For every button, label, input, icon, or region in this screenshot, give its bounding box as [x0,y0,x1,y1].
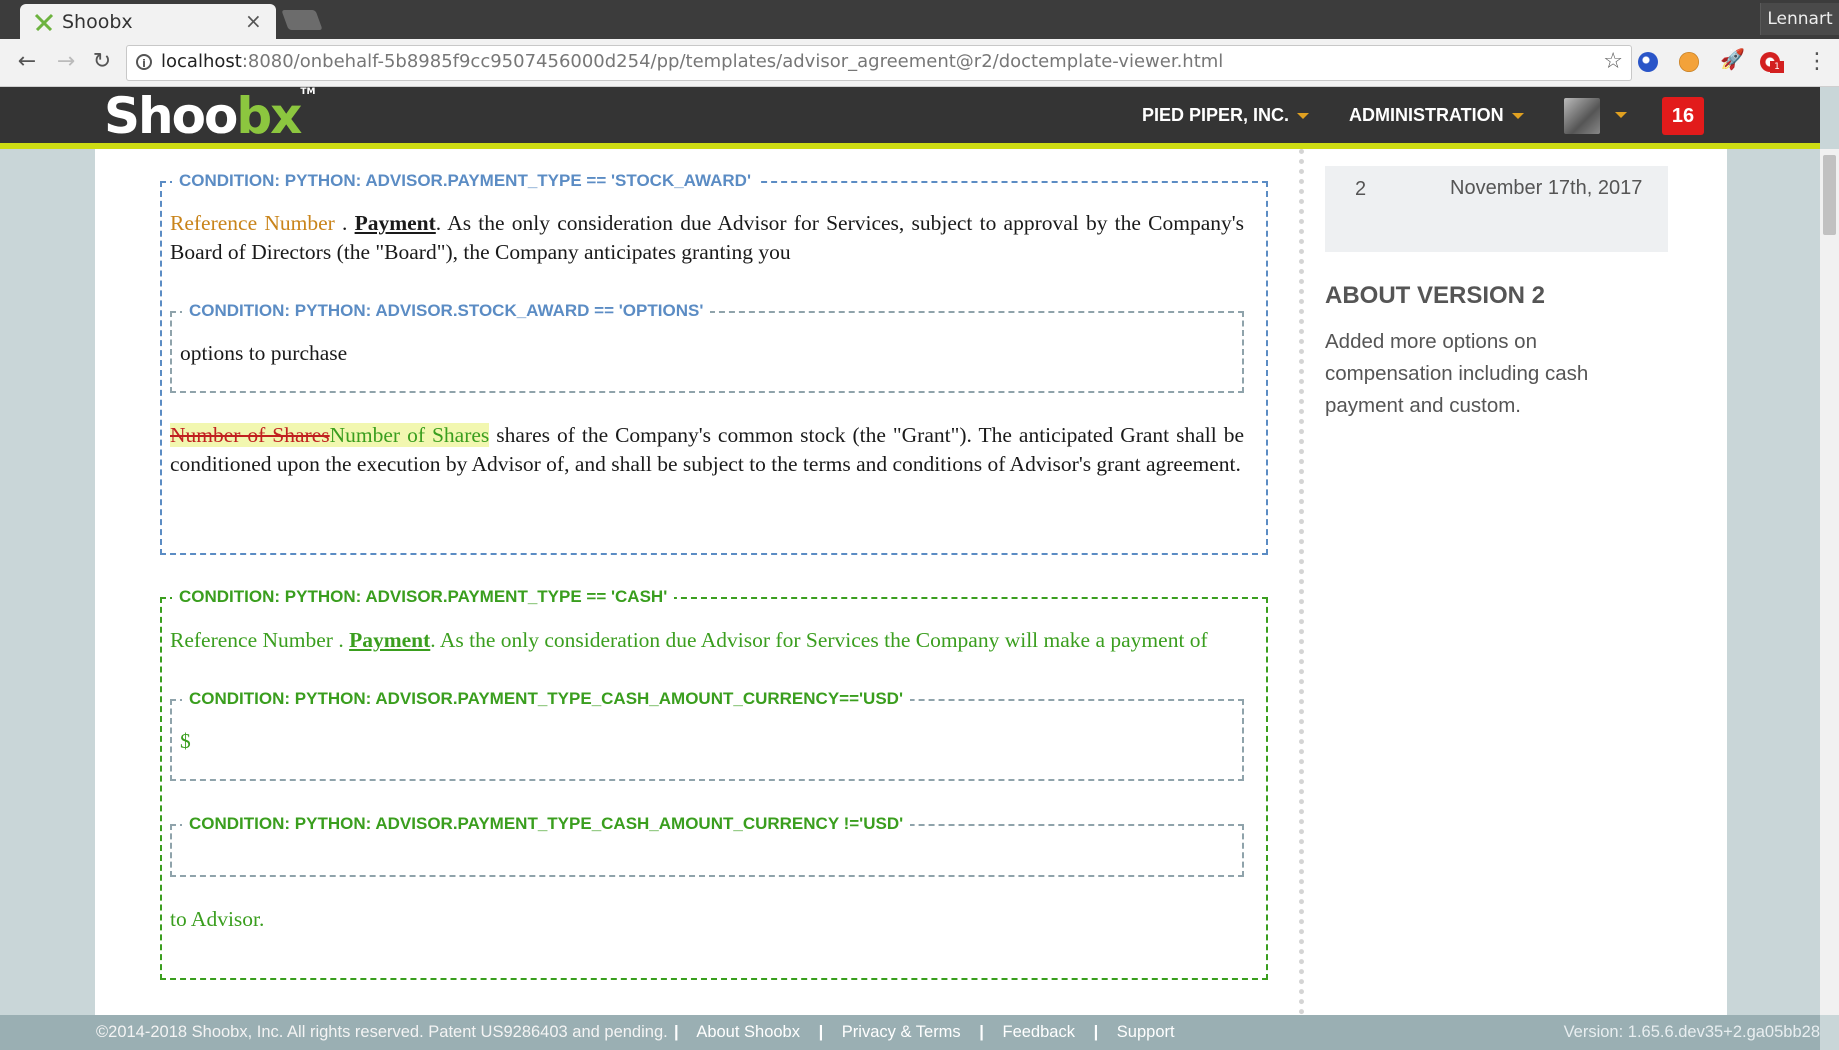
app-header: ShoobxTM PIED PIPER, INC. ADMINISTRATION… [0,87,1820,149]
version-date: November 17th, 2017 [1450,177,1643,199]
condition-label: CONDITION: PYTHON: ADVISOR.PAYMENT_TYPE … [172,587,675,607]
feedback-link[interactable]: Feedback [1003,1023,1075,1041]
footer-links: | About Shoobx | Privacy & Terms | Feedb… [660,1023,1175,1042]
site-info-icon[interactable]: i [136,54,152,70]
company-menu[interactable]: PIED PIPER, INC. [1142,105,1310,126]
deleted-text: Number of Shares [170,423,330,447]
column-divider [1299,149,1304,1015]
user-avatar[interactable] [1564,98,1600,134]
shoobx-favicon-icon [34,13,54,31]
privacy-terms-link[interactable]: Privacy & Terms [842,1023,961,1041]
closing-text: to Advisor. [170,907,265,931]
globe-extension-icon[interactable] [1638,52,1658,72]
administration-menu[interactable]: ADMINISTRATION [1349,105,1524,126]
condition-block-usd[interactable]: CONDITION: PYTHON: ADVISOR.PAYMENT_TYPE_… [170,689,1244,781]
about-link[interactable]: About Shoobx [696,1023,800,1041]
options-text: options to purchase [180,341,348,365]
condition-block-non-usd[interactable]: CONDITION: PYTHON: ADVISOR.PAYMENT_TYPE_… [170,814,1244,877]
copyright-text: ©2014-2018 Shoobx, Inc. All rights reser… [96,1023,668,1041]
reference-number: Reference Number [170,211,335,235]
inserted-text: Number of Shares [329,423,490,447]
profile-button[interactable]: Lennart [1760,3,1839,35]
tab-title: Shoobx [62,11,133,33]
address-bar[interactable]: i localhost:8080/onbehalf-5b8985f9cc9507… [126,45,1632,81]
extension-badge: 1 [1770,61,1784,73]
forward-icon[interactable]: → [52,48,80,76]
version-row[interactable]: 2 November 17th, 2017 [1325,166,1668,252]
app-version: Version: 1.65.6.dev35+2.ga05bb28 [1563,1023,1820,1041]
scrollbar-thumb[interactable] [1823,155,1836,235]
cash-payment-paragraph: Reference Number . Payment. As the only … [170,628,1208,652]
shares-paragraph: Number of SharesNumber of Shares shares … [170,423,1245,476]
shoobx-logo[interactable]: ShoobxTM [104,87,315,145]
condition-label: CONDITION: PYTHON: ADVISOR.PAYMENT_TYPE_… [182,689,910,709]
footer-separator: | [1093,1023,1099,1041]
footer: ©2014-2018 Shoobx, Inc. All rights reser… [0,1015,1820,1050]
browser-toolbar: ← → ↻ i localhost:8080/onbehalf-5b8985f9… [0,39,1839,87]
support-link[interactable]: Support [1117,1023,1175,1041]
condition-label: CONDITION: PYTHON: ADVISOR.PAYMENT_TYPE_… [182,814,911,834]
payment-heading: Payment [354,211,436,235]
payment-paragraph: Reference Number . Payment. As the only … [170,211,1245,264]
footer-separator: | [979,1023,984,1041]
new-tab-button[interactable] [281,10,323,30]
rocket-extension-icon[interactable]: 🚀 [1720,49,1745,69]
bookmark-star-icon[interactable]: ☆ [1603,49,1623,74]
url-text[interactable]: localhost:8080/onbehalf-5b8985f9cc950745… [161,51,1223,72]
browser-tab[interactable]: Shoobx × [20,4,276,39]
notification-count-badge[interactable]: 16 [1662,97,1704,135]
page-scrollbar[interactable] [1820,149,1839,1015]
payment-heading: Payment [349,628,431,652]
reload-icon[interactable]: ↻ [88,48,116,76]
browser-menu-icon[interactable]: ⋮ [1806,49,1828,74]
user-menu-chevron-icon[interactable] [1615,112,1627,118]
reference-number: Reference Number [170,628,333,652]
chevron-down-icon [1297,113,1310,120]
cookie-extension-icon[interactable] [1679,52,1699,72]
about-version-title: ABOUT VERSION 2 [1325,282,1546,309]
condition-label: CONDITION: PYTHON: ADVISOR.PAYMENT_TYPE … [172,171,758,191]
chevron-down-icon [1511,113,1524,120]
browser-tabstrip: Shoobx × Lennart [0,0,1839,39]
about-version-text: Added more options on compensation inclu… [1325,330,1589,417]
version-number: 2 [1355,178,1367,200]
footer-separator: | [818,1023,824,1041]
tab-close-icon[interactable]: × [245,9,262,33]
footer-separator: | [674,1023,679,1041]
condition-label: CONDITION: PYTHON: ADVISOR.STOCK_AWARD =… [182,301,711,321]
dollar-sign: $ [180,729,191,753]
back-icon[interactable]: ← [13,48,41,76]
